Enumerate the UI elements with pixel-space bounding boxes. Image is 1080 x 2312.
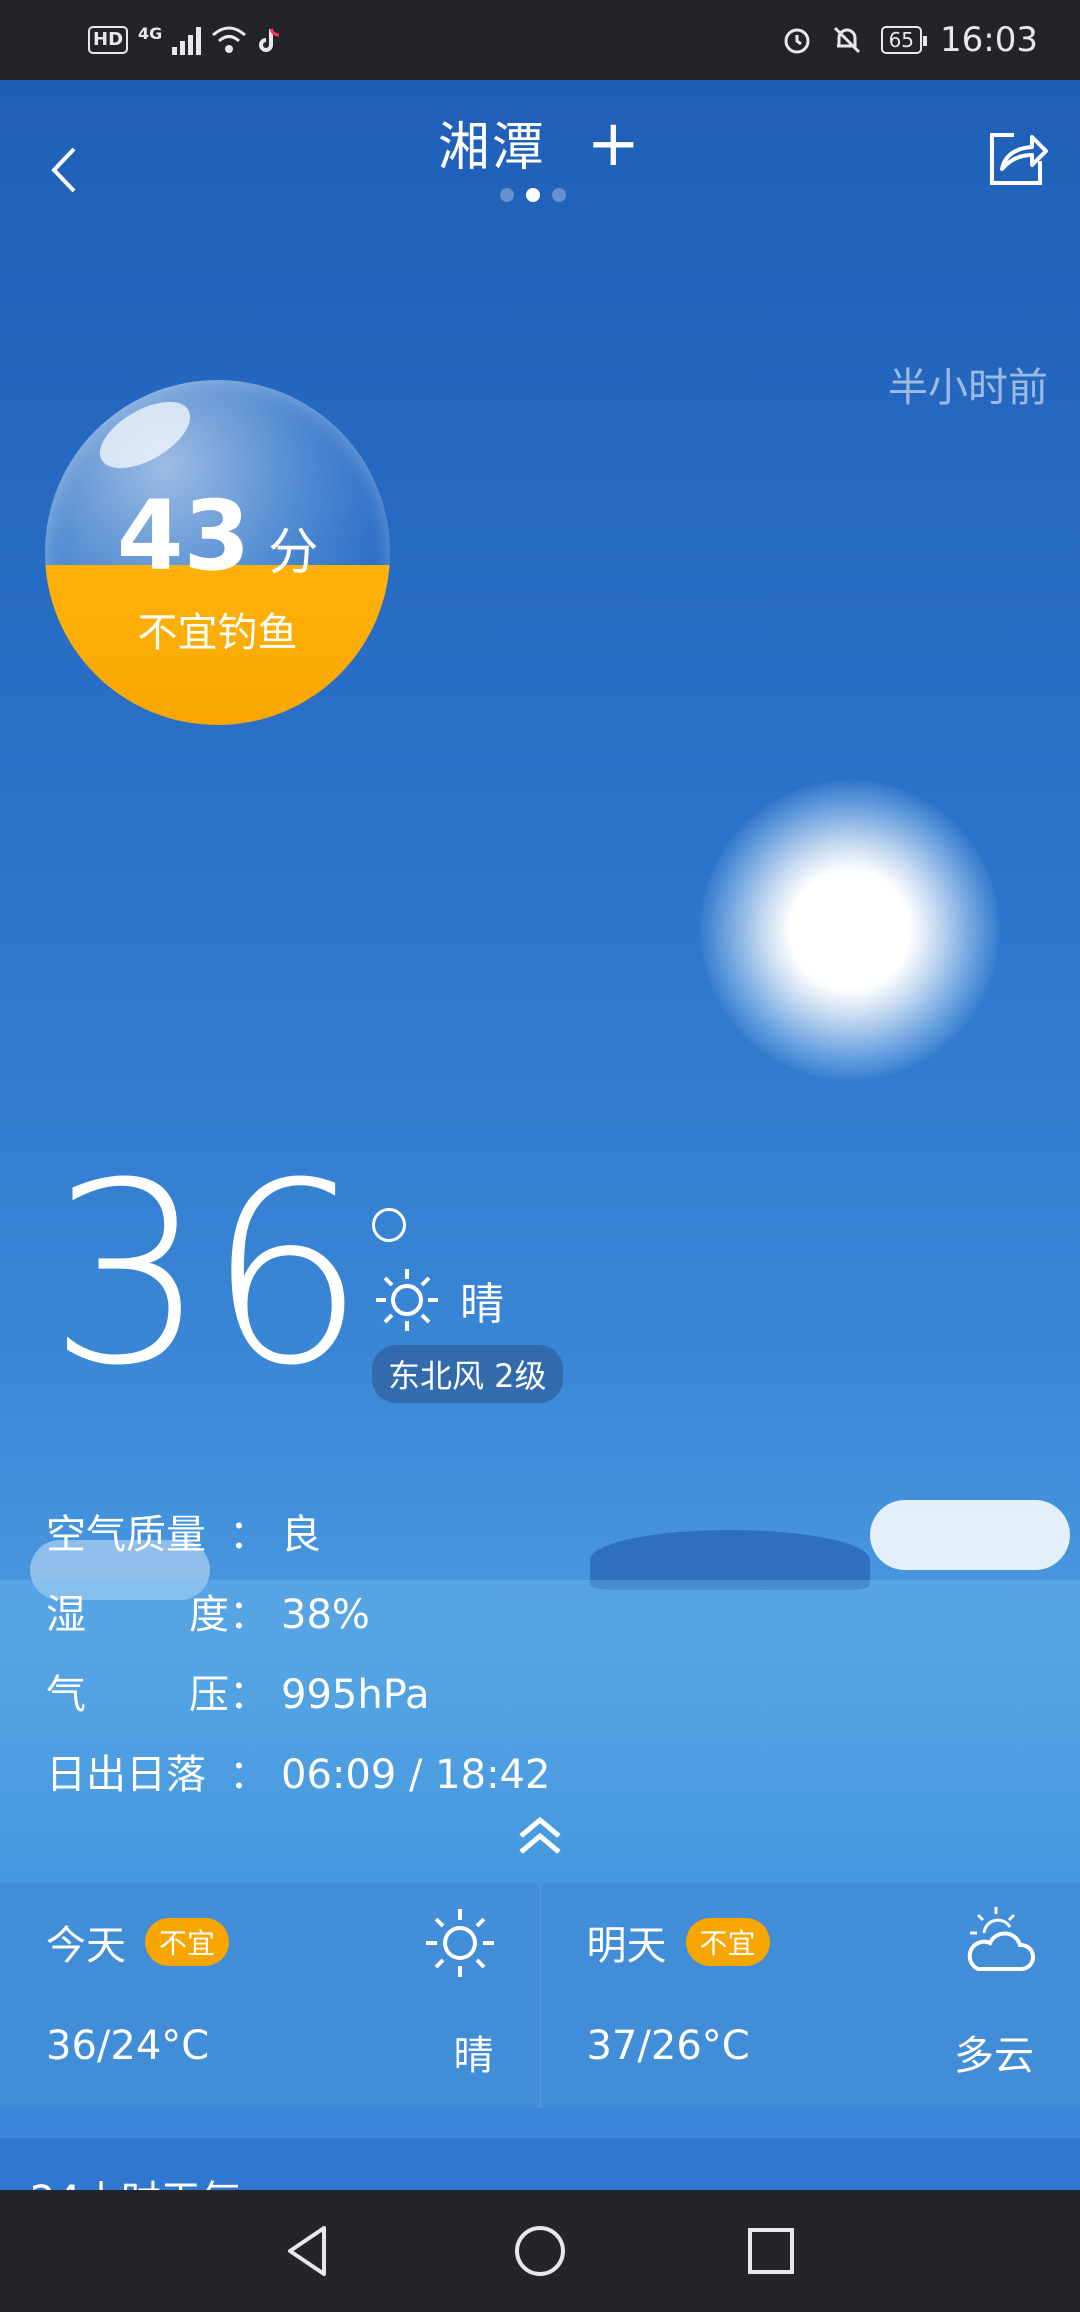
cloud-right [870,1500,1070,1570]
page-indicator [500,188,566,202]
clock: 16:03 [940,20,1038,60]
forecast-range: 36/24°C [46,2023,210,2069]
update-time: 半小时前 [888,365,1048,411]
hourly-section-header: 24小时天气 [0,2138,1080,2190]
forecast-tag: 不宜 [145,1918,230,1966]
share-button[interactable] [984,125,1050,191]
detail-row-air-quality[interactable]: 空气质量： 良 [46,1495,550,1575]
forecast-condition: 多云 [954,2033,1034,2079]
nav-back-icon[interactable] [276,2218,342,2284]
navigation-bar [0,2190,1080,2312]
forecast-tag: 不宜 [685,1918,770,1966]
detail-value: 38% [281,1592,370,1638]
fishing-index-bubble[interactable]: 43 分 不宜钓鱼 [45,380,390,725]
detail-label: 日出日落： [46,1752,269,1798]
detail-row-pressure: 气压： 995hPa [46,1655,550,1735]
nav-home-icon[interactable] [507,2218,573,2284]
nav-recents-icon[interactable] [738,2218,804,2284]
current-temperature: 36 [48,1129,367,1420]
page-dot [552,188,566,202]
city-name: 湘潭 [437,118,546,178]
sun-icon [425,1909,494,1977]
page-dot [500,188,514,202]
status-bar: HD 4G 65 16:03 [0,0,1080,80]
fishing-label: 不宜钓鱼 [137,610,298,656]
battery-icon: 65 [880,26,928,54]
top-bar: 湘潭 + [0,80,1080,230]
weather-details: 空气质量： 良 湿度： 38% 气压： 995hPa 日出日落： 06:09 /… [46,1495,550,1815]
detail-row-sunrise-sunset: 日出日落： 06:09 / 18:42 [46,1735,550,1815]
signal-icon [172,25,202,55]
forecast-tomorrow[interactable]: 明天 不宜 37/26°C 多云 [539,1883,1080,2108]
current-condition: 晴 [372,1265,504,1335]
forecast-condition: 晴 [453,2033,494,2079]
forecast-today[interactable]: 今天 不宜 36/24°C 晴 [0,1883,540,2108]
sun-glow [700,780,1000,1080]
forecast-day: 今天 [46,1923,126,1969]
hd-badge: HD [88,26,129,54]
sun-icon [376,1269,438,1331]
detail-value: 06:09 / 18:42 [281,1752,551,1798]
forecast-range: 37/26°C [586,2023,750,2069]
detail-value: 良 [281,1512,321,1558]
wifi-icon [212,26,247,53]
page-dot-active [526,188,540,202]
mute-icon [833,26,860,54]
fishing-score: 43 分 [45,480,390,592]
city-title[interactable]: 湘潭 + [0,105,1080,181]
partly-cloudy-icon [967,1907,1035,1971]
section-divider [0,2108,1080,2138]
detail-value: 995hPa [281,1672,430,1718]
daily-forecast: 今天 不宜 36/24°C 晴 明天 不宜 37/26°C 多云 [0,1883,1080,2108]
expand-chevron-icon[interactable] [515,1810,565,1860]
add-city-button[interactable]: + [586,107,642,181]
network-type: 4G [138,23,163,43]
detail-label: 气压： [46,1672,269,1718]
detail-row-humidity: 湿度： 38% [46,1575,550,1655]
forecast-day: 明天 [586,1923,667,1969]
condition-text: 晴 [460,1279,504,1330]
detail-label: 空气质量： [46,1512,269,1558]
fishing-score-unit: 分 [268,523,319,581]
tiktok-icon [259,28,280,52]
detail-label: 湿度： [46,1592,269,1638]
hourly-section-title: 24小时天气 [30,2168,241,2190]
fishing-score-value: 43 [116,480,251,592]
degree-symbol [372,1208,406,1242]
alarm-icon [784,28,810,54]
wind-badge: 东北风 2级 [372,1345,563,1403]
